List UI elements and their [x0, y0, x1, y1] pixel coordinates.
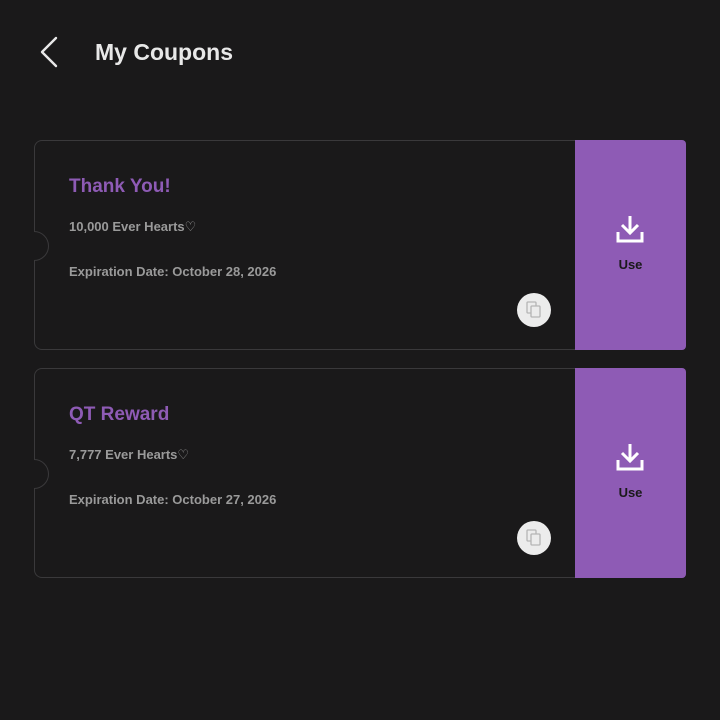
coupon-expiry: Expiration Date: October 27, 2026: [69, 492, 277, 507]
chevron-left-icon: [40, 36, 58, 68]
ticket-notch: [34, 231, 49, 261]
coupon-name: Thank You!: [69, 176, 171, 197]
download-icon: [616, 444, 644, 471]
use-label: Use: [618, 485, 643, 500]
coupon-amount: 10,000 Ever Hearts♡: [69, 219, 197, 234]
coupon-card: Thank You! 10,000 Ever Hearts♡ Expiratio…: [34, 140, 686, 350]
use-button[interactable]: Use: [575, 140, 686, 350]
download-icon: [616, 216, 644, 243]
use-label: Use: [618, 257, 643, 272]
copy-button[interactable]: [517, 521, 551, 555]
use-button[interactable]: Use: [575, 368, 686, 578]
coupon-body: Thank You! 10,000 Ever Hearts♡ Expiratio…: [34, 140, 575, 350]
copy-icon: [526, 529, 541, 546]
page-title: My Coupons: [95, 39, 233, 65]
coupon-card: QT Reward 7,777 Ever Hearts♡ Expiration …: [34, 368, 686, 578]
coupon-expiry: Expiration Date: October 28, 2026: [69, 264, 277, 279]
ticket-notch: [34, 459, 49, 489]
back-button[interactable]: [30, 32, 70, 72]
copy-icon: [526, 301, 541, 318]
coupon-amount: 7,777 Ever Hearts♡: [69, 447, 190, 462]
coupon-list: Thank You! 10,000 Ever Hearts♡ Expiratio…: [34, 140, 686, 596]
copy-button[interactable]: [517, 293, 551, 327]
coupon-body: QT Reward 7,777 Ever Hearts♡ Expiration …: [34, 368, 575, 578]
app-header: My Coupons: [0, 0, 720, 104]
coupon-name: QT Reward: [69, 404, 170, 425]
